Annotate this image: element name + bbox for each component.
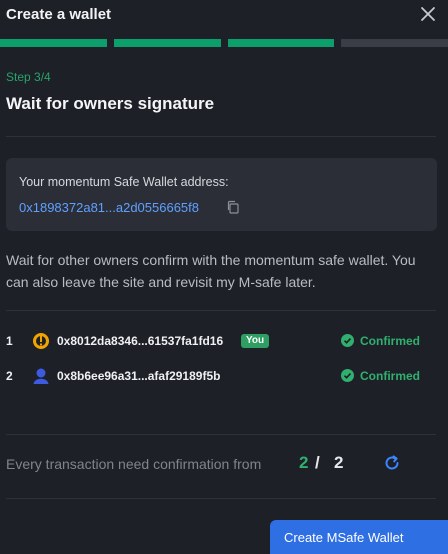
owner-status: Confirmed <box>360 369 420 383</box>
modal-title: Create a wallet <box>6 6 112 23</box>
confirmation-threshold: Every transaction need confirmation from… <box>6 452 436 476</box>
check-circle-icon <box>341 369 354 382</box>
threshold-separator: / <box>315 453 320 472</box>
instructions-text: Wait for other owners confirm with the m… <box>6 252 416 290</box>
owner-address: 0x8b6ee96a31...afaf29189f5b <box>57 369 221 383</box>
divider <box>6 498 436 499</box>
close-icon[interactable] <box>418 4 438 24</box>
wallet-address-value[interactable]: 0x1898372a81...a2d0556665f8 <box>19 200 199 215</box>
owner-row: 1 0x8012da8346...61537fa1fd16 You Confir… <box>0 331 448 353</box>
progress-segment <box>0 39 107 47</box>
divider <box>6 136 436 137</box>
wallet-address-card: Your momentum Safe Wallet address: 0x189… <box>6 158 437 231</box>
owner-status: Confirmed <box>360 334 420 348</box>
avatar-person-icon <box>32 367 50 385</box>
progress-segment <box>341 39 448 47</box>
progress-segment <box>113 39 221 47</box>
divider <box>6 434 436 435</box>
progress-segment <box>227 39 335 47</box>
refresh-icon[interactable] <box>383 454 401 472</box>
you-badge: You <box>241 334 270 348</box>
create-wallet-label: Create MSafe Wallet <box>284 530 404 545</box>
owner-index: 2 <box>6 369 13 383</box>
owner-index: 1 <box>6 334 13 348</box>
threshold-text: Every transaction need confirmation from <box>6 456 262 472</box>
wallet-address-label: Your momentum Safe Wallet address: <box>19 175 229 189</box>
step-progress-bar <box>0 39 448 47</box>
modal-header: Create a wallet <box>0 0 448 34</box>
owner-row: 2 0x8b6ee96a31...afaf29189f5b Confirmed <box>0 366 448 388</box>
divider <box>6 310 436 311</box>
threshold-total: 2 <box>334 453 344 472</box>
page-title: Wait for owners signature <box>6 94 215 113</box>
create-wallet-button[interactable]: Create MSafe Wallet <box>270 520 448 554</box>
step-indicator: Step 3/4 <box>6 70 51 84</box>
threshold-current: 2 <box>299 453 309 472</box>
owner-address: 0x8012da8346...61537fa1fd16 <box>57 334 224 348</box>
check-circle-icon <box>341 334 354 347</box>
copy-icon[interactable] <box>226 200 240 214</box>
avatar-exclaim-icon <box>32 332 50 350</box>
